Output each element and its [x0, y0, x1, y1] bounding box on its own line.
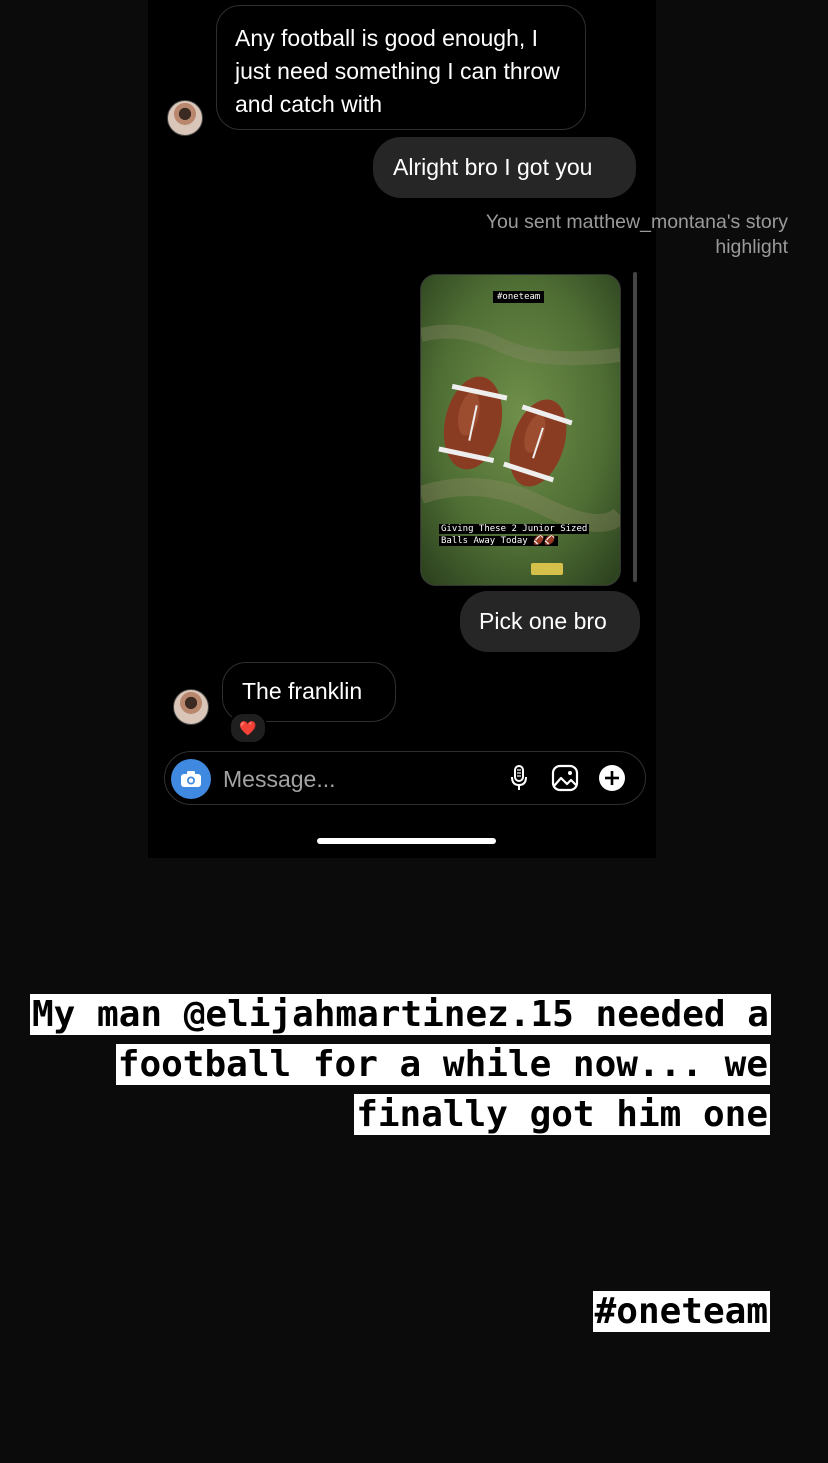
story-overlay-text: My man @elijahmartinez.15 needed a footb… — [30, 990, 771, 1140]
story-share-note: You sent matthew_montana's story highlig… — [485, 211, 788, 258]
story-caption-text: Giving These 2 Junior Sized Balls Away T… — [439, 524, 590, 546]
avatar[interactable] — [167, 100, 203, 136]
microphone-button[interactable] — [503, 762, 535, 794]
story-sticker — [531, 563, 563, 575]
message-text: The franklin — [242, 678, 363, 704]
sent-message[interactable]: Alright bro I got you — [373, 137, 636, 198]
story-highlight-preview[interactable]: #oneteam Giving These 2 Junior Sized Bal… — [420, 274, 621, 586]
camera-icon — [181, 771, 201, 787]
story-hashtag: #oneteam — [493, 291, 545, 303]
story-caption: Giving These 2 Junior Sized Balls Away T… — [439, 523, 617, 547]
message-text: Any football is good enough, I just need… — [235, 25, 560, 117]
hashtag-text: #oneteam — [592, 1291, 770, 1332]
message-input[interactable] — [221, 762, 495, 796]
home-indicator — [317, 838, 496, 844]
avatar[interactable] — [173, 689, 209, 725]
scrollbar[interactable] — [633, 272, 637, 582]
message-text: Pick one bro — [479, 608, 607, 634]
received-message[interactable]: Any football is good enough, I just need… — [216, 5, 586, 130]
plus-icon — [599, 765, 625, 791]
message-text: Alright bro I got you — [393, 154, 593, 180]
sent-message[interactable]: Pick one bro — [460, 591, 640, 652]
heart-reaction[interactable]: ❤️ — [229, 712, 267, 744]
story-overlay-caption: My man @elijahmartinez.15 needed a footb… — [30, 994, 771, 1135]
heart-icon: ❤️ — [239, 720, 257, 736]
gallery-icon — [551, 764, 579, 792]
add-button[interactable] — [596, 762, 628, 794]
story-overlay-hashtag: #oneteam — [592, 1289, 770, 1335]
camera-button[interactable] — [171, 759, 211, 799]
microphone-icon — [511, 765, 527, 790]
gallery-button[interactable] — [549, 762, 581, 794]
message-composer — [164, 751, 646, 805]
